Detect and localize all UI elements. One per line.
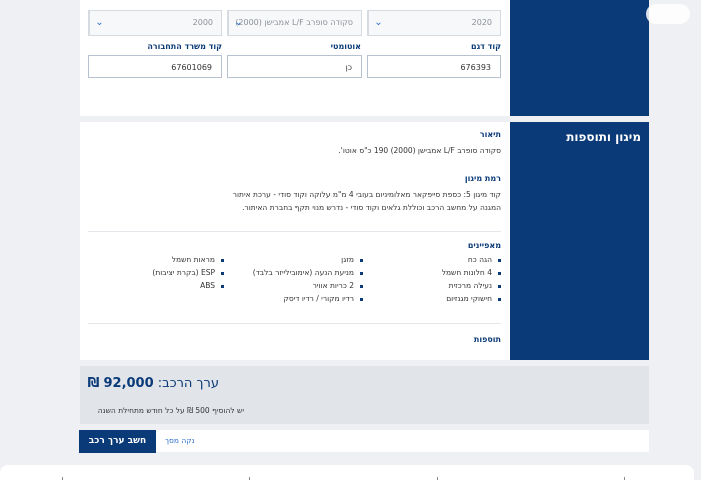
protection-side-panel: מיגון ותוספות (510, 122, 649, 360)
feature-item: רדיו מקורי / רדיו דיסק (284, 294, 363, 303)
extras-title: תוספות (473, 335, 501, 344)
automatic-field[interactable]: כן (227, 55, 362, 78)
protection-line-1: קוד מיגון 5: כספת סייפקאר מאלומיניום בעו… (232, 190, 501, 199)
feature-item: מזגן (341, 255, 363, 264)
chevron-down-icon: ⌄ (89, 11, 109, 35)
top-side-panel (510, 0, 649, 116)
feature-item: 2 כריות אוויר (313, 281, 363, 290)
divider (88, 231, 501, 232)
vehicle-value-box: ערך הרכב: 92,000 ₪ יש להוסיף 500 ₪ על כל… (80, 366, 649, 424)
year-select[interactable]: 2020 ⌄ (367, 10, 501, 36)
ministry-code-field[interactable]: 67601069 (88, 55, 222, 78)
bottom-card (0, 465, 694, 480)
feature-item: ABS (200, 281, 224, 290)
ministry-code-label: קוד משרד התחבורה (147, 42, 222, 51)
side-title: מיגון ותוספות (566, 130, 641, 144)
automatic-label: אוטומטי (330, 42, 361, 51)
features-title: מאפיינים (467, 241, 501, 250)
feature-item: נעילה מרכזית (449, 281, 501, 290)
value-note: יש להוסיף 500 ₪ על כל חודש מתחילת השנה (97, 406, 244, 415)
protection-title: רמת מיגון (464, 174, 501, 183)
model-code-label: קוד דגם (471, 42, 501, 51)
feature-item: 4 חלונות חשמל (442, 268, 501, 277)
feature-item: הגה כח (468, 255, 501, 264)
vehicle-value: ערך הרכב: 92,000 ₪ (87, 376, 219, 391)
protection-line-2: המגנה על מחשב הרכב וכוללת גלאים וקוד סוד… (242, 203, 501, 212)
feature-item: מניעת הנעה (אימובילייזר בלבד) (253, 268, 363, 277)
feature-item: חישוקי מגנזיום (446, 294, 501, 303)
model-select[interactable]: סקודה סופרב L/F אמבישן (2000) ⌄ (227, 10, 362, 36)
chevron-down-icon: ⌄ (228, 11, 248, 35)
feature-item: מראות חשמל (172, 255, 224, 264)
divider (88, 323, 501, 324)
description-title: תיאור (479, 130, 501, 139)
engine-select[interactable]: 2000 ⌄ (88, 10, 222, 36)
clear-screen-link[interactable]: נקה מסך (165, 436, 195, 445)
description-text: סקודה סופרב L/F אמבישן (2000) 190 כ"ס או… (338, 146, 501, 155)
calculate-value-button[interactable]: חשב ערך רכב (79, 430, 156, 453)
feature-item: ESP (בקרת יציבות) (152, 268, 224, 277)
logo-badge (646, 4, 690, 24)
model-code-field[interactable]: 676393 (367, 55, 501, 78)
chevron-down-icon: ⌄ (368, 11, 388, 35)
